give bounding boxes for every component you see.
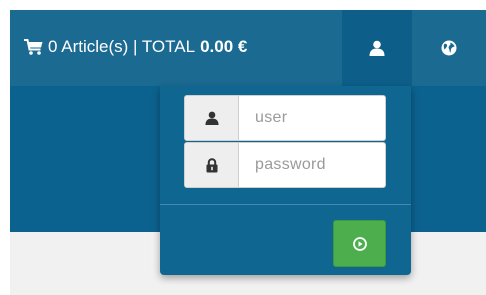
password-field <box>184 142 386 188</box>
login-submit-button[interactable] <box>333 220 386 267</box>
username-field <box>184 95 386 141</box>
cart-total: 0.00 € <box>200 37 248 56</box>
password-input[interactable] <box>239 143 385 187</box>
username-addon <box>185 96 239 140</box>
user-icon <box>204 111 219 125</box>
cart-summary[interactable]: 0 Article(s) | TOTAL 0.00 € <box>24 36 247 58</box>
dropdown-divider <box>160 204 411 205</box>
cart-summary-label: 0 Article(s) | TOTAL <box>48 37 196 56</box>
shopping-cart-icon <box>24 39 43 55</box>
language-button[interactable] <box>412 10 486 86</box>
username-input[interactable] <box>239 96 385 140</box>
globe-icon <box>441 40 457 56</box>
lock-icon <box>206 157 217 172</box>
play-circle-icon <box>352 236 367 251</box>
account-button[interactable] <box>342 10 412 86</box>
user-icon <box>369 40 385 56</box>
login-dropdown <box>160 86 411 275</box>
password-addon <box>185 143 239 187</box>
